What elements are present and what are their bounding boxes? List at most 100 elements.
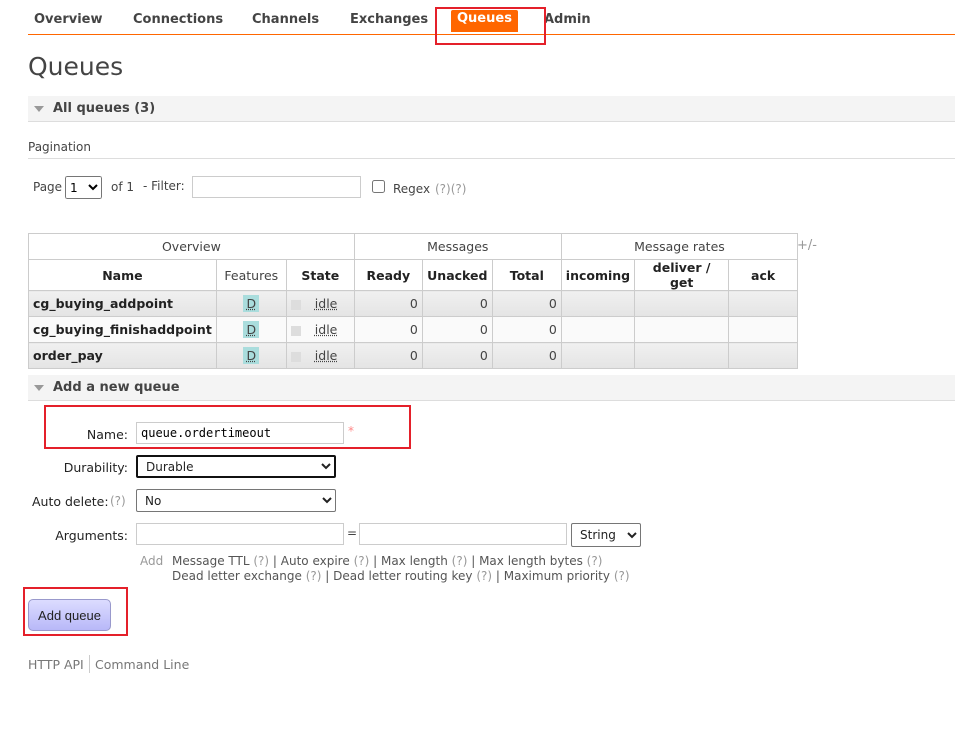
arg-max-length-bytes[interactable]: Max length bytes [479, 554, 583, 568]
equals-sign: = [347, 526, 358, 540]
regex-checkbox[interactable] [372, 180, 385, 193]
col-total[interactable]: Total [491, 259, 562, 291]
col-unacked[interactable]: Unacked [421, 259, 493, 291]
col-features: Features [215, 259, 287, 291]
footer-command-line[interactable]: Command Line [95, 657, 189, 672]
filter-label: - Filter: [143, 179, 185, 193]
total: 0 [491, 290, 562, 317]
state: idle [314, 322, 338, 337]
table-row[interactable]: cg_buying_finishaddpoint D idle 0 0 0 [28, 316, 799, 343]
incoming [560, 316, 636, 343]
regex-help[interactable]: (?)(?) [435, 182, 466, 196]
argument-key-input[interactable] [136, 523, 344, 545]
filter-input[interactable] [192, 176, 361, 198]
ready: 0 [353, 316, 423, 343]
col-state[interactable]: State [285, 259, 355, 291]
add-label: Add [140, 554, 164, 568]
queue-name-link[interactable]: cg_buying_addpoint [28, 290, 217, 317]
page-select[interactable]: 1 [65, 176, 102, 199]
ack [728, 316, 799, 343]
col-ack[interactable]: ack [728, 259, 799, 291]
deliver-get [634, 342, 730, 369]
help-link[interactable]: (?) [452, 554, 468, 568]
help-link[interactable]: (?) [476, 569, 492, 583]
total: 0 [491, 342, 562, 369]
tab-channels[interactable]: Channels [252, 12, 319, 27]
deliver-get [634, 290, 730, 317]
help-link[interactable]: (?) [253, 554, 269, 568]
help-link[interactable]: (?) [354, 554, 370, 568]
arg-message-ttl[interactable]: Message TTL [172, 554, 250, 568]
help-link[interactable]: (?) [614, 569, 630, 583]
tab-overview[interactable]: Overview [34, 12, 103, 27]
all-queues-section-header[interactable]: All queues (3) [28, 96, 955, 122]
state-indicator-icon [290, 299, 301, 310]
section-title: Add a new queue [53, 380, 180, 395]
queue-name-link[interactable]: order_pay [28, 342, 217, 369]
arg-auto-expire[interactable]: Auto expire [281, 554, 350, 568]
unacked: 0 [421, 342, 493, 369]
deliver-get [634, 316, 730, 343]
durable-badge: D [243, 321, 260, 338]
footer-http-api[interactable]: HTTP API [28, 657, 84, 672]
table-row[interactable]: order_pay D idle 0 0 0 [28, 342, 799, 369]
ready: 0 [353, 290, 423, 317]
tab-admin[interactable]: Admin [544, 12, 591, 27]
arg-maximum-priority[interactable]: Maximum priority [504, 569, 610, 583]
arg-dead-letter-exchange[interactable]: Dead letter exchange [172, 569, 302, 583]
state: idle [314, 296, 338, 311]
table-row[interactable]: cg_buying_addpoint D idle 0 0 0 [28, 290, 799, 317]
argument-shortcuts-line-1: Message TTL (?) | Auto expire (?) | Max … [172, 554, 603, 568]
group-overview: Overview [28, 233, 355, 260]
arg-max-length[interactable]: Max length [381, 554, 448, 568]
arg-dead-letter-routing-key[interactable]: Dead letter routing key [333, 569, 472, 583]
annotation-box [44, 405, 411, 449]
total: 0 [491, 316, 562, 343]
ack [728, 290, 799, 317]
page-title: Queues [28, 52, 124, 81]
help-link[interactable]: (?) [587, 554, 603, 568]
group-messages: Messages [353, 233, 562, 260]
tab-exchanges[interactable]: Exchanges [350, 12, 428, 27]
col-name[interactable]: Name [28, 259, 217, 291]
section-title: All queues (3) [53, 101, 156, 116]
argument-shortcuts-line-2: Dead letter exchange (?) | Dead letter r… [172, 569, 630, 583]
col-ready[interactable]: Ready [353, 259, 423, 291]
ack [728, 342, 799, 369]
auto-delete-help[interactable]: (?) [110, 494, 126, 508]
tab-connections[interactable]: Connections [133, 12, 223, 27]
queue-name-link[interactable]: cg_buying_finishaddpoint [28, 316, 217, 343]
durability-label: Durability: [63, 460, 128, 475]
durability-select[interactable]: Durable [136, 455, 336, 478]
annotation-box [23, 587, 128, 636]
collapse-triangle-icon [34, 106, 44, 112]
state: idle [314, 348, 338, 363]
annotation-box [435, 7, 546, 45]
auto-delete-select[interactable]: No [136, 489, 336, 512]
of-pages: of 1 [111, 180, 135, 194]
durable-badge: D [243, 295, 260, 312]
incoming [560, 342, 636, 369]
incoming [560, 290, 636, 317]
add-queue-section-header[interactable]: Add a new queue [28, 375, 955, 401]
state-indicator-icon [290, 351, 301, 362]
auto-delete-label: Auto delete: [32, 494, 109, 509]
argument-type-select[interactable]: String [571, 523, 641, 547]
group-message-rates: Message rates [560, 233, 799, 260]
durable-badge: D [243, 347, 260, 364]
unacked: 0 [421, 290, 493, 317]
collapse-triangle-icon [34, 385, 44, 391]
queues-table: Overview Messages Message rates Name Fea… [28, 233, 799, 369]
help-link[interactable]: (?) [306, 569, 322, 583]
state-indicator-icon [290, 325, 301, 336]
page-label: Page [33, 180, 63, 194]
col-deliver-get[interactable]: deliver / get [634, 259, 730, 291]
arguments-label: Arguments: [55, 528, 128, 543]
argument-value-input[interactable] [359, 523, 567, 545]
regex-label: Regex [393, 182, 431, 196]
ready: 0 [353, 342, 423, 369]
toggle-columns[interactable]: +/- [797, 238, 817, 253]
footer-divider [89, 655, 90, 673]
col-incoming[interactable]: incoming [560, 259, 636, 291]
pagination-header: Pagination [28, 140, 955, 159]
